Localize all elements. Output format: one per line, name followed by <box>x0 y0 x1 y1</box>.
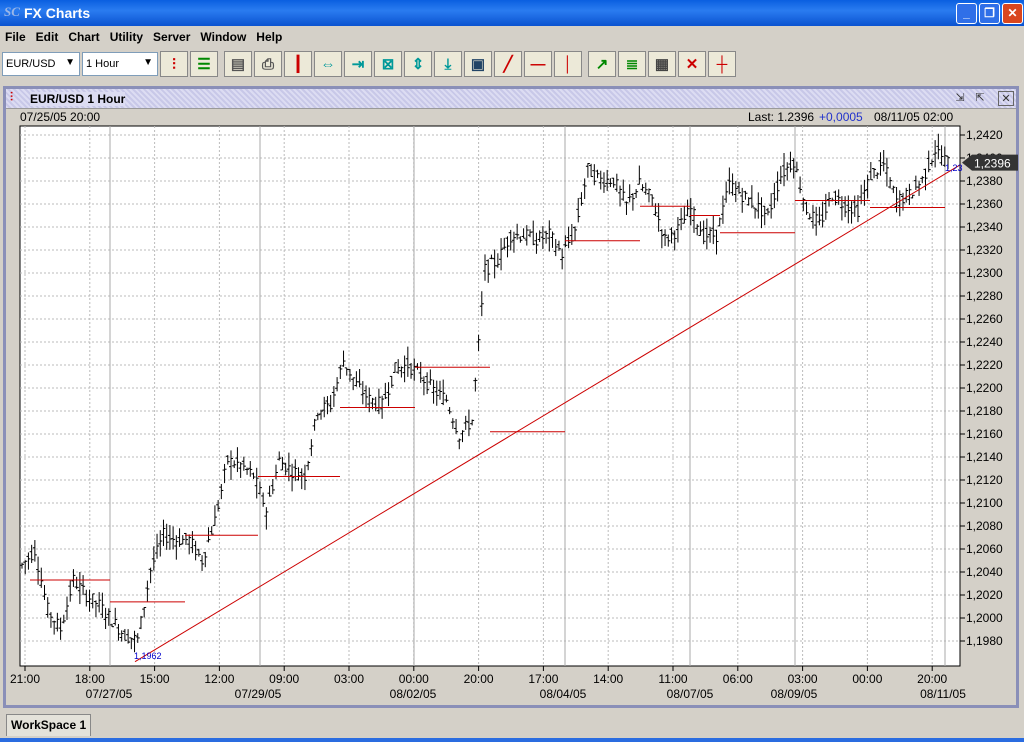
x-tick-label: 12:00 <box>204 672 234 686</box>
x-tick-label: 21:00 <box>10 672 40 686</box>
y-tick-label: 1,2300 <box>966 266 1003 280</box>
y-tick-label: 1,2200 <box>966 381 1003 395</box>
x-date-label: 08/09/05 <box>771 687 818 701</box>
x-tick-label: 15:00 <box>140 672 170 686</box>
y-tick-label: 1,2360 <box>966 197 1003 211</box>
y-tick-label: 1,1980 <box>966 634 1003 648</box>
y-tick-label: 1,2080 <box>966 519 1003 533</box>
y-tick-label: 1,2280 <box>966 289 1003 303</box>
x-tick-label: 20:00 <box>464 672 494 686</box>
x-tick-label: 00:00 <box>399 672 429 686</box>
y-tick-label: 1,2160 <box>966 427 1003 441</box>
y-tick-label: 1,2100 <box>966 496 1003 510</box>
x-date-label: 08/04/05 <box>540 687 587 701</box>
x-date-label: 08/07/05 <box>667 687 714 701</box>
x-tick-label: 03:00 <box>334 672 364 686</box>
x-tick-label: 18:00 <box>75 672 105 686</box>
x-date-label: 08/02/05 <box>390 687 437 701</box>
x-tick-label: 09:00 <box>269 672 299 686</box>
workspace-tab[interactable]: WorkSpace 1 <box>6 714 92 736</box>
x-tick-label: 14:00 <box>593 672 623 686</box>
y-tick-label: 1,2260 <box>966 312 1003 326</box>
y-tick-label: 1,2220 <box>966 358 1003 372</box>
x-date-label: 07/29/05 <box>235 687 282 701</box>
y-tick-label: 1,2000 <box>966 611 1003 625</box>
y-tick-label: 1,2120 <box>966 473 1003 487</box>
x-date-label: 07/27/05 <box>86 687 133 701</box>
x-tick-label: 11:00 <box>658 672 687 686</box>
y-tick-label: 1,2060 <box>966 542 1003 556</box>
trendline-end-label: 1,23 <box>945 163 963 173</box>
y-tick-label: 1,2140 <box>966 450 1003 464</box>
y-tick-label: 1,2320 <box>966 243 1003 257</box>
y-tick-label: 1,2380 <box>966 174 1003 188</box>
y-tick-label: 1,2240 <box>966 335 1003 349</box>
x-tick-label: 00:00 <box>852 672 882 686</box>
last-price-badge-label: 1,2396 <box>974 157 1011 171</box>
y-tick-label: 1,2420 <box>966 128 1003 142</box>
x-tick-label: 20:00 <box>917 672 947 686</box>
trendline-start-label: 1,1962 <box>134 651 162 661</box>
x-tick-label: 03:00 <box>788 672 818 686</box>
y-tick-label: 1,2180 <box>966 404 1003 418</box>
x-tick-label: 17:00 <box>528 672 558 686</box>
price-chart[interactable]: 1,1980 1,2000 1,2020 1,2040 1,2060 1,2080 1,21… <box>0 0 1024 742</box>
y-tick-label: 1,2040 <box>966 565 1003 579</box>
x-tick-label: 06:00 <box>723 672 753 686</box>
taskbar <box>0 738 1024 742</box>
x-date-label: 08/11/05 <box>920 687 966 701</box>
y-tick-label: 1,2020 <box>966 588 1003 602</box>
y-tick-label: 1,2340 <box>966 220 1003 234</box>
